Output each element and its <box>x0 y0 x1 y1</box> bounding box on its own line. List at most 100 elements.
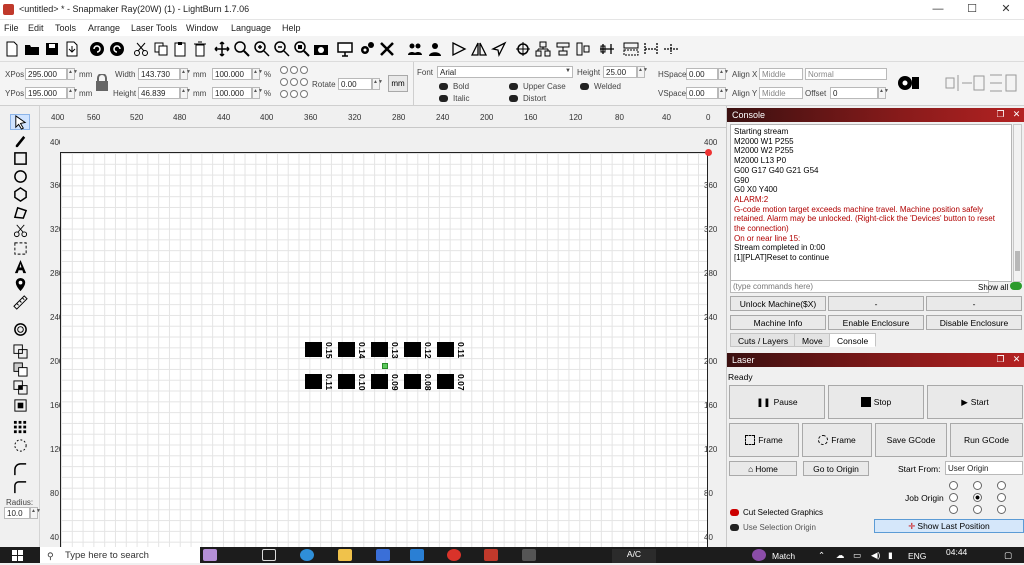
task-view-icon[interactable] <box>262 549 276 561</box>
vspace-field[interactable]: 0.00 <box>686 87 718 99</box>
job-origin-mr[interactable] <box>997 493 1006 502</box>
spacing-icon[interactable] <box>641 39 660 58</box>
anchor-br[interactable] <box>300 90 308 98</box>
ungroup-icon[interactable] <box>425 39 444 58</box>
flip-horizontal-icon[interactable] <box>449 39 468 58</box>
taskbar-search[interactable]: Type here to search <box>40 547 200 563</box>
cut-selected-toggle[interactable] <box>730 509 739 516</box>
boolean-difference-icon[interactable] <box>10 361 30 377</box>
boolean-union-icon[interactable] <box>10 343 30 359</box>
run-gcode-button[interactable]: Run GCode <box>950 423 1023 457</box>
close-button[interactable]: ✕ <box>992 2 1020 17</box>
menu-language[interactable]: Language <box>231 23 271 33</box>
open-file-icon[interactable] <box>22 39 41 58</box>
tab-console[interactable]: Console <box>829 333 877 347</box>
rectangle-tool-icon[interactable] <box>10 150 30 166</box>
scissors-icon[interactable] <box>10 222 30 238</box>
chevron-up-icon[interactable]: ⌃ <box>818 550 825 561</box>
lightburn-icon[interactable] <box>484 549 498 561</box>
test-square[interactable] <box>437 342 454 357</box>
menu-file[interactable]: File <box>4 23 19 33</box>
design-canvas[interactable]: 0.15 0.14 0.13 0.12 0.11 0.11 0.10 0.09 … <box>60 128 726 547</box>
clock-time[interactable]: 04:44 <box>946 547 967 557</box>
machine-info-button[interactable]: Machine Info <box>730 315 826 330</box>
flip-vertical-icon[interactable] <box>469 39 488 58</box>
italic-toggle[interactable] <box>439 95 448 102</box>
menu-arrange[interactable]: Arrange <box>88 23 120 33</box>
lock-icon[interactable] <box>95 73 109 92</box>
language-indicator[interactable]: ENG <box>908 551 926 561</box>
match-icon[interactable] <box>752 549 766 561</box>
scale-width-spinner[interactable]: ▲▼ <box>252 68 263 80</box>
ellipse-tool-icon[interactable] <box>10 168 30 184</box>
import-icon[interactable] <box>62 39 81 58</box>
font-height-spinner[interactable]: ▲▼ <box>637 66 648 78</box>
disable-enclosure-button[interactable]: Disable Enclosure <box>926 315 1022 330</box>
job-origin-ml[interactable] <box>949 493 958 502</box>
edit-nodes-icon[interactable] <box>10 132 30 148</box>
test-square[interactable] <box>338 374 355 389</box>
console-float-icon[interactable]: ❐ <box>995 109 1006 120</box>
taskbar-app-icon[interactable] <box>522 549 536 561</box>
cut-icon[interactable] <box>131 39 150 58</box>
anchor-bl[interactable] <box>280 90 288 98</box>
rotate-field[interactable]: 0.00 <box>338 78 372 90</box>
measure-tool-icon[interactable] <box>10 294 30 310</box>
show-last-position-button[interactable]: ✛ Show Last Position <box>874 519 1024 533</box>
polyline-tool-icon[interactable] <box>10 204 30 220</box>
move-icon[interactable] <box>212 39 231 58</box>
home-button[interactable]: ⌂ Home <box>729 461 797 476</box>
ac-button[interactable]: A/C <box>612 549 656 563</box>
align-x-select[interactable]: Middle <box>759 68 803 80</box>
select-tool-icon[interactable] <box>10 114 30 130</box>
windows-start-icon[interactable] <box>12 550 23 561</box>
hspace-field[interactable]: 0.00 <box>686 68 718 80</box>
minimize-button[interactable]: — <box>924 2 952 17</box>
anchor-tl[interactable] <box>280 66 288 74</box>
menu-window[interactable]: Window <box>186 23 218 33</box>
ypos-field[interactable]: 195.000 <box>25 87 67 99</box>
scale-height-spinner[interactable]: ▲▼ <box>252 87 263 99</box>
weather-app-icon[interactable] <box>203 549 217 561</box>
undo-icon[interactable] <box>87 39 106 58</box>
wps-office-icon[interactable] <box>447 549 461 561</box>
font-height-field[interactable]: 25.00 <box>603 66 637 78</box>
height-spinner[interactable]: ▲▼ <box>180 87 191 99</box>
vspace-spinner[interactable]: ▲▼ <box>718 87 729 99</box>
hspace-spinner[interactable]: ▲▼ <box>718 68 729 80</box>
notifications-icon[interactable]: ▢ <box>1004 550 1012 561</box>
text-tool-icon[interactable] <box>10 258 30 274</box>
test-square[interactable] <box>404 374 421 389</box>
anchor-mr[interactable] <box>300 78 308 86</box>
circular-array-icon[interactable] <box>10 437 30 453</box>
anchor-tc[interactable] <box>290 66 298 74</box>
distort-toggle[interactable] <box>509 95 518 102</box>
corner-radius-icon[interactable] <box>10 479 30 495</box>
frame-button[interactable]: Frame <box>729 423 799 457</box>
height-field[interactable]: 46.839 <box>138 87 180 99</box>
unlock-machine-button[interactable]: Unlock Machine($X) <box>730 296 826 311</box>
menu-edit[interactable]: Edit <box>28 23 44 33</box>
align-columns-icon[interactable] <box>573 39 592 58</box>
radius-field[interactable]: 10.0 <box>4 507 30 519</box>
start-from-select[interactable]: User Origin <box>945 461 1023 475</box>
job-origin-tl[interactable] <box>949 481 958 490</box>
test-square[interactable] <box>371 374 388 389</box>
align-y-select[interactable]: Middle <box>759 87 803 99</box>
dock-icon[interactable] <box>661 39 680 58</box>
xpos-spinner[interactable]: ▲▼ <box>67 68 78 80</box>
console-scrollbar[interactable] <box>1013 124 1022 282</box>
paste-icon[interactable] <box>170 39 189 58</box>
job-origin-bc[interactable] <box>973 505 982 514</box>
align-tree-icon[interactable] <box>533 39 552 58</box>
machine-icon[interactable] <box>897 73 919 93</box>
macro-button-1[interactable]: - <box>828 296 924 311</box>
settings-icon[interactable] <box>357 39 376 58</box>
align-middle-icon[interactable] <box>597 39 616 58</box>
test-square[interactable] <box>404 342 421 357</box>
laser-close-icon[interactable]: ✕ <box>1011 354 1022 365</box>
group-icon[interactable] <box>405 39 424 58</box>
pause-button[interactable]: ❚❚ Pause <box>729 385 825 419</box>
maximize-button[interactable]: ☐ <box>958 2 986 17</box>
command-input[interactable]: (type commands here) <box>730 280 989 293</box>
